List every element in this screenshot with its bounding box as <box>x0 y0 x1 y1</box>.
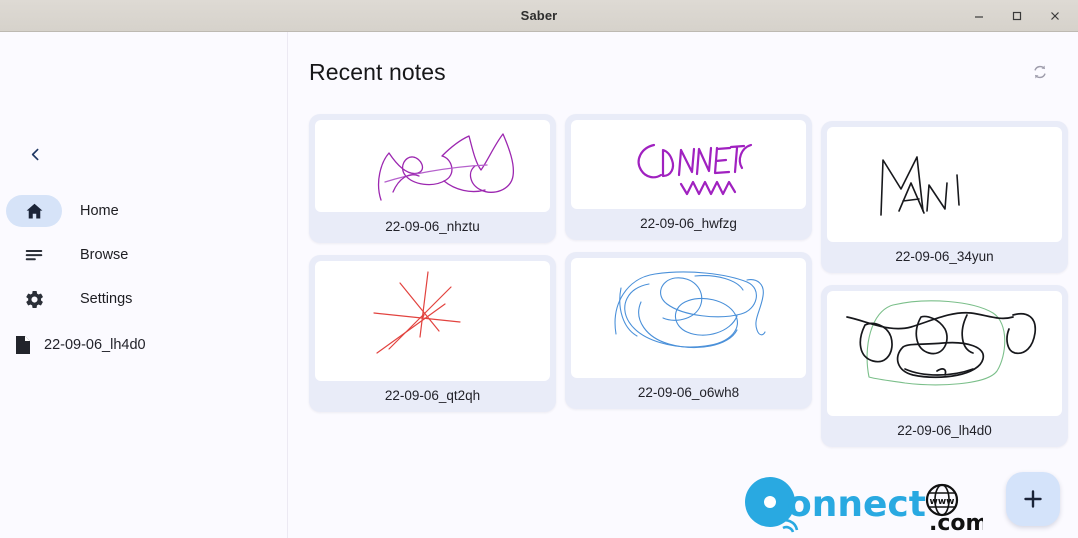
plus-icon <box>1024 490 1042 508</box>
sync-button[interactable] <box>1022 54 1058 90</box>
body: Home Browse Settings 22-09-06_lh4d0 Rece… <box>0 32 1078 538</box>
new-note-button[interactable] <box>1006 472 1060 526</box>
ink-mani-black <box>880 156 960 216</box>
sidebar-nav: Home Browse Settings <box>0 189 287 321</box>
minimize-button[interactable] <box>962 2 996 30</box>
note-thumbnail <box>827 127 1062 242</box>
note-thumbnail <box>571 120 806 209</box>
ink-scribble-purple <box>377 133 515 201</box>
close-button[interactable] <box>1038 2 1072 30</box>
notes-column: 22-09-06_nhztu 22-09-06_qt2qh <box>309 114 556 424</box>
content-area: Recent notes 22-09-06_nhztu 22-09-06_qt2… <box>288 32 1078 538</box>
maximize-icon <box>1012 11 1022 21</box>
home-pill <box>6 195 62 227</box>
chevron-left-icon <box>31 148 38 160</box>
note-label: 22-09-06_qt2qh <box>384 388 481 403</box>
note-card[interactable]: 22-09-06_o6wh8 <box>565 252 812 409</box>
notes-column: 22-09-06_34yun 22-09-06_lh4d0 <box>821 121 1068 459</box>
content-header: Recent notes <box>309 54 1066 90</box>
note-label: 22-09-06_34yun <box>895 249 994 264</box>
note-card[interactable]: 22-09-06_34yun <box>821 121 1068 273</box>
ink-loops-blue <box>614 271 766 349</box>
sync-icon <box>1034 65 1046 79</box>
note-card[interactable]: 22-09-06_nhztu <box>309 114 556 243</box>
sidebar-item-label: Home <box>80 203 119 219</box>
note-thumbnail <box>315 261 550 381</box>
notes-column: 22-09-06_hwfzg 22-09-06_o6wh8 <box>565 114 812 421</box>
sidebar-item-label: Settings <box>80 291 133 307</box>
sidebar-item-home[interactable]: Home <box>0 189 287 233</box>
title-bar: Saber <box>0 0 1078 32</box>
note-label: 22-09-06_lh4d0 <box>897 423 992 438</box>
note-label: 22-09-06_hwfzg <box>640 216 737 231</box>
note-thumbnail <box>571 258 806 378</box>
browse-pill <box>6 239 62 271</box>
maximize-button[interactable] <box>1000 2 1034 30</box>
notes-grid: 22-09-06_nhztu 22-09-06_qt2qh 22-09-06_h… <box>309 108 1078 538</box>
settings-pill <box>6 283 62 315</box>
note-card[interactable]: 22-09-06_qt2qh <box>309 255 556 412</box>
note-card[interactable]: 22-09-06_lh4d0 <box>821 285 1068 447</box>
ink-scribble-mixed <box>846 300 1037 386</box>
sidebar-item-label: Browse <box>80 247 129 263</box>
sidebar-item-browse[interactable]: Browse <box>0 233 287 277</box>
note-label: 22-09-06_o6wh8 <box>637 385 740 400</box>
back-button[interactable] <box>18 137 52 171</box>
browse-icon <box>25 250 43 261</box>
sidebar-file-label: 22-09-06_lh4d0 <box>44 337 146 353</box>
note-label: 22-09-06_nhztu <box>385 219 480 234</box>
gear-icon <box>25 290 43 308</box>
window-controls <box>962 0 1072 32</box>
app-window: Saber Home Browse Settings 22-09-06_lh4d… <box>0 0 1078 538</box>
sidebar-file-item[interactable]: 22-09-06_lh4d0 <box>0 328 287 362</box>
close-icon <box>1051 12 1059 20</box>
window-title: Saber <box>520 8 558 23</box>
minimize-icon <box>975 16 983 18</box>
file-icon <box>16 336 30 354</box>
note-thumbnail <box>827 291 1062 416</box>
file-icon-wrap <box>10 335 36 355</box>
sidebar: Home Browse Settings 22-09-06_lh4d0 <box>0 32 288 538</box>
page-title: Recent notes <box>309 58 446 85</box>
note-thumbnail <box>315 120 550 212</box>
home-icon <box>26 203 42 218</box>
ink-connect-purple <box>637 143 753 196</box>
sidebar-item-settings[interactable]: Settings <box>0 277 287 321</box>
note-card[interactable]: 22-09-06_hwfzg <box>565 114 812 240</box>
ink-star-red <box>373 271 461 354</box>
